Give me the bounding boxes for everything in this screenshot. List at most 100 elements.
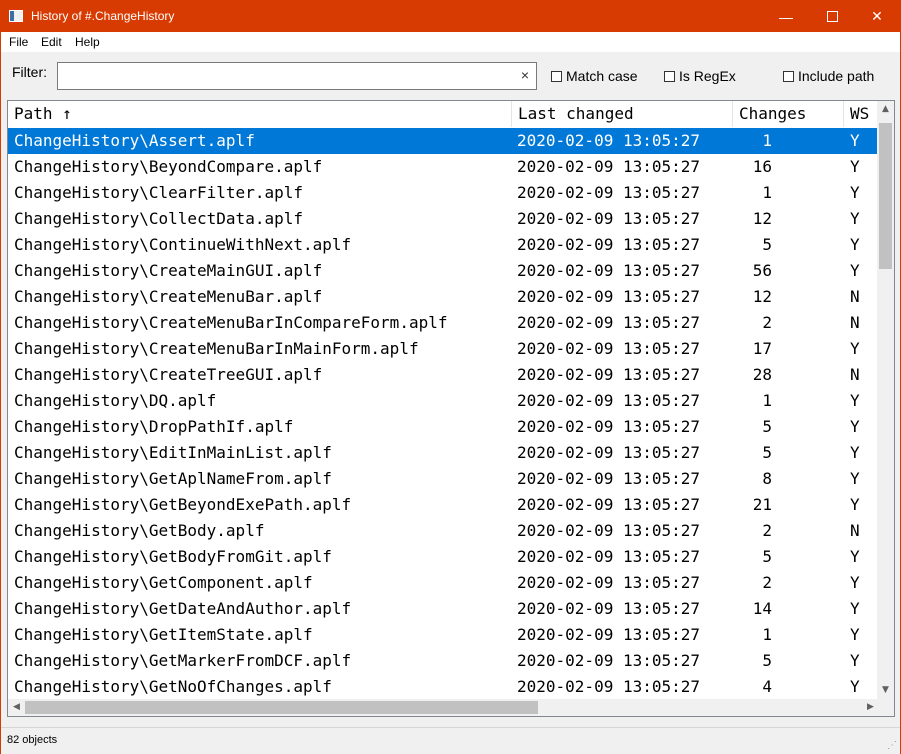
table-row[interactable]: ChangeHistory\GetAplNameFrom.aplf 2020-02… — [8, 466, 879, 492]
row-path: ChangeHistory\DQ.aplf — [14, 391, 217, 410]
table-row[interactable]: ChangeHistory\ContinueWithNext.aplf 2020-… — [8, 232, 879, 258]
table-row[interactable]: ChangeHistory\GetMarkerFromDCF.aplf 2020-… — [8, 648, 879, 674]
table-row[interactable]: ChangeHistory\GetItemState.aplf 2020-02-0… — [8, 622, 879, 648]
row-last-changed: 2020-02-09 13:05:27 — [517, 261, 701, 280]
table-row[interactable]: ChangeHistory\ClearFilter.aplf 2020-02-09… — [8, 180, 879, 206]
maximize-button[interactable] — [809, 1, 855, 32]
filter-bar: Filter: × Match case Is RegEx Include pa… — [1, 52, 900, 98]
vertical-scroll-thumb[interactable] — [879, 123, 892, 269]
row-changes: 2 — [762, 573, 772, 592]
menu-edit[interactable]: Edit — [41, 35, 62, 49]
row-path: ChangeHistory\GetDateAndAuthor.aplf — [14, 599, 352, 618]
menu-file[interactable]: File — [9, 35, 28, 49]
table-row[interactable]: ChangeHistory\CreateMainGUI.aplf 2020-02-… — [8, 258, 879, 284]
column-header-last-changed[interactable]: Last changed — [512, 101, 733, 127]
table-row[interactable]: ChangeHistory\BeyondCompare.aplf 2020-02-… — [8, 154, 879, 180]
table-row[interactable]: ChangeHistory\CollectData.aplf 2020-02-09… — [8, 206, 879, 232]
table-row[interactable]: ChangeHistory\DropPathIf.aplf 2020-02-09 … — [8, 414, 879, 440]
row-changes: 5 — [762, 443, 772, 462]
row-changes: 1 — [762, 183, 772, 202]
clear-filter-icon[interactable]: × — [521, 67, 529, 83]
row-ws: Y — [850, 599, 860, 618]
title-bar[interactable]: History of #.ChangeHistory — ✕ — [1, 1, 900, 32]
resize-grip-icon[interactable]: ⋰ — [887, 740, 897, 751]
table-row[interactable]: ChangeHistory\GetDateAndAuthor.aplf 2020-… — [8, 596, 879, 622]
scroll-up-icon[interactable]: ▲ — [877, 101, 894, 118]
row-changes: 12 — [752, 209, 772, 228]
row-last-changed: 2020-02-09 13:05:27 — [517, 365, 701, 384]
app-icon[interactable] — [9, 10, 23, 22]
row-path: ChangeHistory\CreateMenuBarInMainForm.ap… — [14, 339, 419, 358]
row-path: ChangeHistory\CreateMenuBar.aplf — [14, 287, 323, 306]
table-row[interactable]: ChangeHistory\GetBodyFromGit.aplf 2020-02… — [8, 544, 879, 570]
row-changes: 12 — [752, 287, 772, 306]
row-last-changed: 2020-02-09 13:05:27 — [517, 599, 701, 618]
table-row[interactable]: ChangeHistory\CreateMenuBarInCompareForm… — [8, 310, 879, 336]
row-changes: 28 — [752, 365, 772, 384]
row-ws: Y — [850, 547, 860, 566]
row-path: ChangeHistory\EditInMainList.aplf — [14, 443, 332, 462]
row-path: ChangeHistory\Assert.aplf — [14, 131, 255, 150]
row-ws: N — [850, 365, 860, 384]
history-list[interactable]: Path ↑ Last changed Changes WS ChangeHis… — [7, 100, 895, 717]
include-path-box[interactable] — [783, 70, 794, 82]
row-changes: 56 — [752, 261, 772, 280]
row-ws: N — [850, 521, 860, 540]
match-case-label: Match case — [566, 68, 638, 84]
scroll-down-icon[interactable]: ▼ — [877, 682, 894, 699]
table-row[interactable]: ChangeHistory\DQ.aplf 2020-02-09 13:05:27… — [8, 388, 879, 414]
row-path: ChangeHistory\GetBody.aplf — [14, 521, 265, 540]
row-last-changed: 2020-02-09 13:05:27 — [517, 469, 701, 488]
row-path: ChangeHistory\BeyondCompare.aplf — [14, 157, 323, 176]
table-row[interactable]: ChangeHistory\CreateTreeGUI.aplf 2020-02-… — [8, 362, 879, 388]
row-last-changed: 2020-02-09 13:05:27 — [517, 495, 701, 514]
is-regex-checkbox[interactable]: Is RegEx — [664, 68, 736, 84]
row-last-changed: 2020-02-09 13:05:27 — [517, 183, 701, 202]
row-changes: 2 — [762, 313, 772, 332]
table-row[interactable]: ChangeHistory\GetBeyondExePath.aplf 2020-… — [8, 492, 879, 518]
row-changes: 16 — [752, 157, 772, 176]
column-header-ws[interactable]: WS — [844, 101, 879, 127]
filter-input[interactable]: × — [57, 62, 537, 90]
match-case-checkbox[interactable]: Match case — [551, 68, 638, 84]
row-last-changed: 2020-02-09 13:05:27 — [517, 625, 701, 644]
row-changes: 14 — [752, 599, 772, 618]
close-icon: ✕ — [871, 8, 883, 24]
menu-help[interactable]: Help — [75, 35, 100, 49]
column-header-changes[interactable]: Changes — [733, 101, 844, 127]
row-changes: 1 — [762, 625, 772, 644]
horizontal-scroll-thumb[interactable] — [25, 701, 538, 714]
table-row[interactable]: ChangeHistory\Assert.aplf 2020-02-09 13:0… — [8, 128, 879, 154]
close-button[interactable]: ✕ — [854, 1, 900, 32]
row-ws: Y — [850, 209, 860, 228]
table-row[interactable]: ChangeHistory\GetBody.aplf 2020-02-09 13:… — [8, 518, 879, 544]
row-last-changed: 2020-02-09 13:05:27 — [517, 131, 701, 150]
row-path: ChangeHistory\CreateMainGUI.aplf — [14, 261, 323, 280]
row-last-changed: 2020-02-09 13:05:27 — [517, 287, 701, 306]
minimize-button[interactable]: — — [763, 1, 809, 32]
table-row[interactable]: ChangeHistory\GetNoOfChanges.aplf 2020-02… — [8, 674, 879, 700]
match-case-box[interactable] — [551, 70, 562, 82]
table-row[interactable]: ChangeHistory\CreateMenuBarInMainForm.ap… — [8, 336, 879, 362]
vertical-scrollbar[interactable]: ▲ ▼ — [877, 101, 894, 699]
table-row[interactable]: ChangeHistory\EditInMainList.aplf 2020-02… — [8, 440, 879, 466]
row-ws: N — [850, 313, 860, 332]
horizontal-scrollbar[interactable]: ◀ ▶ — [8, 699, 879, 716]
is-regex-box[interactable] — [664, 70, 675, 82]
row-last-changed: 2020-02-09 13:05:27 — [517, 391, 701, 410]
row-path: ChangeHistory\ContinueWithNext.aplf — [14, 235, 352, 254]
table-row[interactable]: ChangeHistory\GetComponent.aplf 2020-02-0… — [8, 570, 879, 596]
scroll-left-icon[interactable]: ◀ — [8, 699, 25, 716]
row-path: ChangeHistory\ClearFilter.aplf — [14, 183, 303, 202]
table-row[interactable]: ChangeHistory\CreateMenuBar.aplf 2020-02-… — [8, 284, 879, 310]
row-ws: Y — [850, 495, 860, 514]
column-header-path[interactable]: Path ↑ — [8, 101, 512, 127]
row-path: ChangeHistory\GetNoOfChanges.aplf — [14, 677, 332, 696]
status-bar: 82 objects ⋰ — [1, 727, 900, 754]
row-last-changed: 2020-02-09 13:05:27 — [517, 417, 701, 436]
row-last-changed: 2020-02-09 13:05:27 — [517, 443, 701, 462]
scrollbar-corner — [877, 699, 894, 716]
include-path-checkbox[interactable]: Include path — [783, 68, 874, 84]
list-header: Path ↑ Last changed Changes WS — [8, 101, 879, 127]
include-path-label: Include path — [798, 68, 875, 84]
